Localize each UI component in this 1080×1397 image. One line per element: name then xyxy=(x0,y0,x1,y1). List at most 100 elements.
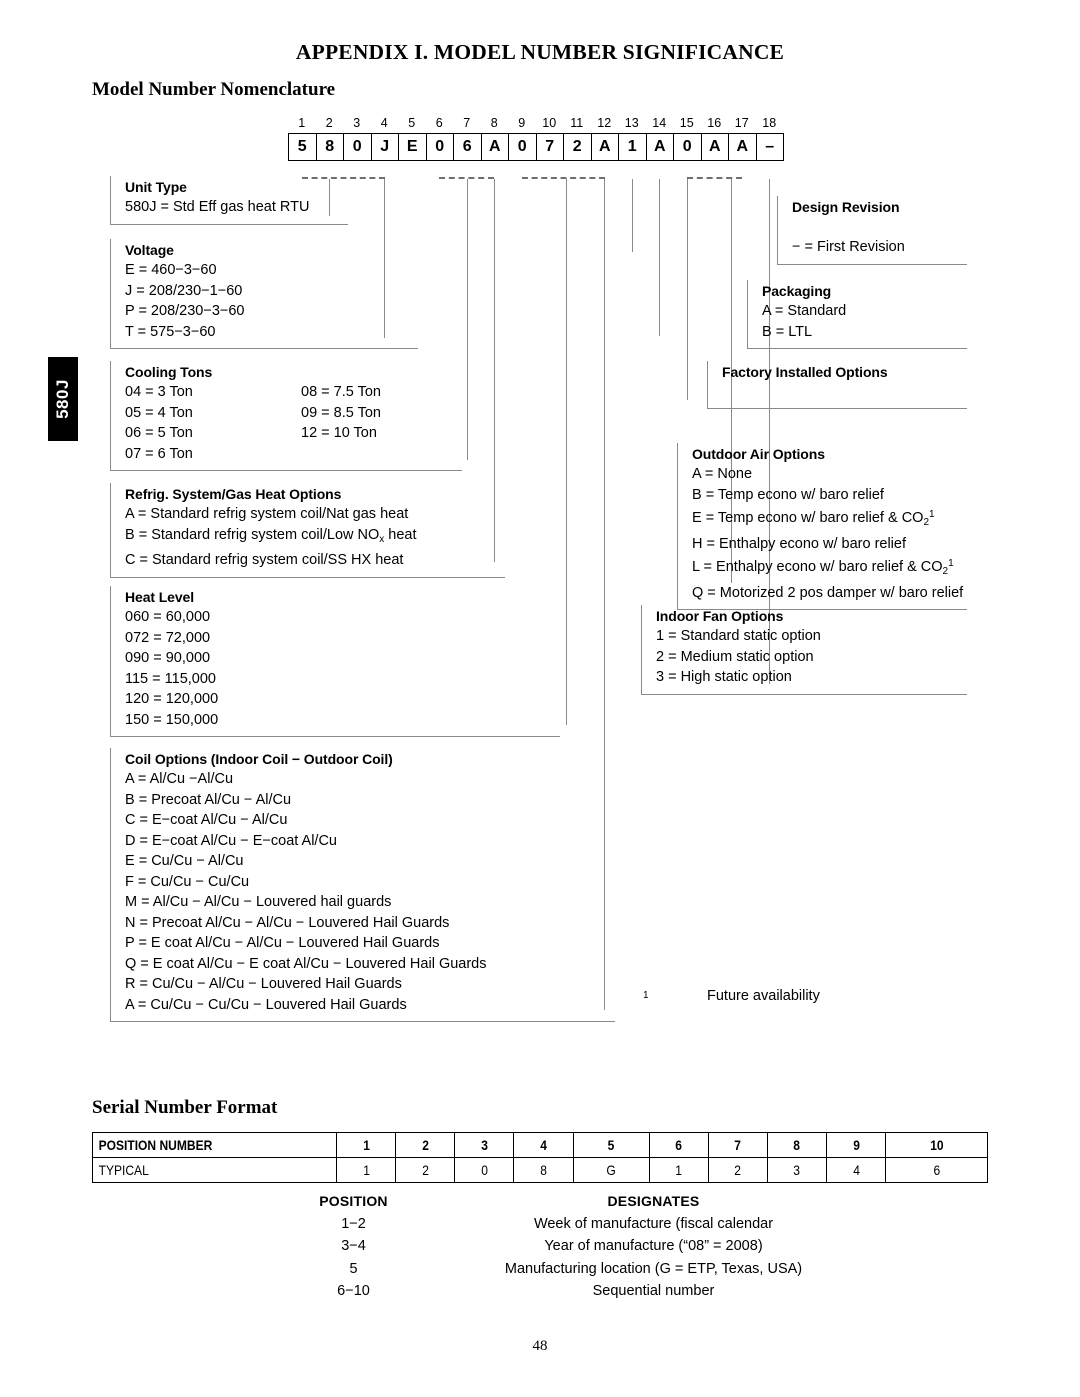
section-row: 090 = 90,000 xyxy=(125,650,211,666)
grid-cell-6: 0 xyxy=(427,134,454,160)
leader-line xyxy=(632,179,633,252)
section-voltage: Voltage E = 460−3−60 J = 208/230−1−60 P … xyxy=(110,239,418,349)
grid-position-13: 13 xyxy=(624,116,639,130)
table-row: 1−2 Week of manufacture (fiscal calendar xyxy=(250,1213,850,1236)
leader-line xyxy=(687,179,688,400)
section-row: R = Cu/Cu − Al/Cu − Louvered Hail Guards xyxy=(125,976,402,992)
section-row: 07 = 6 Ton xyxy=(125,445,193,462)
table-row: 5 Manufacturing location (G = ETP, Texas,… xyxy=(250,1258,850,1281)
table-row: POSITION DESIGNATES xyxy=(250,1190,850,1213)
position-range: 6−10 xyxy=(337,1283,370,1299)
grid-position-numbers: 1 2 3 4 5 6 7 8 9 10 11 12 13 14 15 16 17 18 xyxy=(288,113,784,133)
position-range: 5 xyxy=(349,1260,358,1277)
section-title: Outdoor Air Options xyxy=(692,446,825,462)
footnote-ref: 1 xyxy=(948,558,954,569)
footnote-text: Future availability xyxy=(707,988,820,1004)
section-title: Unit Type xyxy=(125,179,187,195)
section-outdoor-air-options: Outdoor Air Options A = None B = Temp ec… xyxy=(677,443,967,610)
section-row: 06 = 5 Ton xyxy=(125,425,193,441)
section-row: Q = E coat Al/Cu − E coat Al/Cu − Louver… xyxy=(125,955,487,972)
grid-cell-4: J xyxy=(372,134,399,160)
footnote: 1 Future availability xyxy=(643,988,820,1004)
section-row: B = Precoat Al/Cu − Al/Cu xyxy=(125,791,292,808)
section-row: 09 = 8.5 Ton xyxy=(301,404,381,421)
typical-value-cell: 6 xyxy=(892,1157,981,1183)
position-number-cell: 10 xyxy=(892,1132,981,1158)
section-row: E = Cu/Cu − Al/Cu xyxy=(125,853,244,869)
section-row: N = Precoat Al/Cu − Al/Cu − Louvered Hai… xyxy=(125,914,450,931)
grid-position-16: 16 xyxy=(707,116,722,130)
section-packaging: Packaging A = Standard B = LTL xyxy=(747,280,967,349)
section-row: 04 = 3 Ton xyxy=(125,384,193,400)
section-design-revision: Design Revision − = First Revision xyxy=(777,196,967,265)
position-number-cell: 3 xyxy=(458,1132,511,1158)
typical-value-cell: 0 xyxy=(458,1157,511,1183)
grid-cell-18: – xyxy=(757,134,784,160)
section-refrig-gas-heat-options: Refrig. System/Gas Heat Options A = Stan… xyxy=(110,483,505,578)
column-header-position: POSITION xyxy=(319,1193,388,1209)
designates-description: Manufacturing location (G = ETP, Texas, … xyxy=(504,1260,803,1277)
table-row: 3−4 Year of manufacture (“08” = 2008) xyxy=(250,1235,850,1258)
section-row: E = 460−3−60 xyxy=(125,262,217,278)
typical-value-cell: 1 xyxy=(652,1157,705,1183)
grid-cell-10: 7 xyxy=(537,134,564,160)
section-row-co2-l: L = Enthalpy econo w/ baro relief & CO21 xyxy=(692,554,967,583)
position-range: 1−2 xyxy=(341,1215,366,1232)
grid-cell-5: E xyxy=(399,134,427,160)
section-row: 115 = 115,000 xyxy=(125,670,216,687)
grid-position-9: 9 xyxy=(518,116,526,130)
grid-position-5: 5 xyxy=(408,116,416,130)
side-tab-580j: 580J xyxy=(48,357,78,441)
section-row: B = LTL xyxy=(762,323,813,340)
grid-position-3: 3 xyxy=(353,116,361,130)
side-tab-label: 580J xyxy=(53,379,72,419)
section-unit-type: Unit Type 580J = Std Eff gas heat RTU xyxy=(110,176,348,225)
typical-value-cell: 2 xyxy=(399,1157,452,1183)
grid-position-1: 1 xyxy=(298,116,306,130)
grid-position-6: 6 xyxy=(435,116,443,130)
serial-number-table: POSITION NUMBER 1 2 3 4 5 6 7 8 9 10 TYPICAL 1208… xyxy=(92,1132,988,1183)
section-coil-options: Coil Options (Indoor Coil − Outdoor Coil… xyxy=(110,748,615,1022)
grid-position-14: 14 xyxy=(652,116,667,130)
section-row: 150 = 150,000 xyxy=(125,711,219,728)
grid-character-cells: 5 8 0 J E 0 6 A 0 7 2 A 1 A 0 A A – xyxy=(288,133,784,161)
grid-cell-8: A xyxy=(482,134,509,160)
position-number-cell: 7 xyxy=(711,1132,764,1158)
leader-line xyxy=(467,179,468,460)
section-row: Q = Motorized 2 pos damper w/ baro relie… xyxy=(692,584,964,601)
section-row: T = 575−3−60 xyxy=(125,323,216,340)
grid-cell-17: A xyxy=(729,134,757,160)
section-row: A = None xyxy=(692,466,753,482)
designates-description: Week of manufacture (fiscal calendar xyxy=(533,1215,774,1232)
section-heading-nomenclature: Model Number Nomenclature xyxy=(92,79,336,100)
column-header-designates: DESIGNATES xyxy=(607,1193,700,1209)
grid-position-12: 12 xyxy=(597,116,612,130)
section-row-spacer xyxy=(722,382,967,402)
table-row: TYPICAL 1208G12346 xyxy=(92,1157,988,1183)
section-row: 072 = 72,000 xyxy=(125,629,211,646)
position-number-cell: 9 xyxy=(830,1132,882,1158)
section-factory-installed-options: Factory Installed Options xyxy=(707,361,967,409)
section-heading-serial-format: Serial Number Format xyxy=(92,1097,278,1118)
grid-cell-15: 0 xyxy=(674,134,702,160)
grid-cell-9: 0 xyxy=(509,134,537,160)
section-row: F = Cu/Cu − Cu/Cu xyxy=(125,873,250,890)
section-title: Refrig. System/Gas Heat Options xyxy=(125,486,342,502)
section-row-nox: B = Standard refrig system coil/Low NOx … xyxy=(125,525,505,551)
co2-l-prefix: L = Enthalpy econo w/ baro relief & CO xyxy=(692,559,943,575)
grid-position-11: 11 xyxy=(570,116,584,130)
typical-value-cell: 4 xyxy=(830,1157,882,1183)
section-row: 3 = High static option xyxy=(656,669,792,685)
section-title: Cooling Tons xyxy=(125,364,213,380)
page-title: APPENDIX I. MODEL NUMBER SIGNIFICANCE xyxy=(295,40,785,64)
section-row: D = E−coat Al/Cu − E−coat Al/Cu xyxy=(125,832,337,849)
position-number-cell: 1 xyxy=(340,1132,392,1158)
grid-position-8: 8 xyxy=(490,116,498,130)
designates-description: Year of manufacture (“08” = 2008) xyxy=(544,1238,763,1254)
section-row: 2 = Medium static option xyxy=(656,648,814,665)
section-heat-level: Heat Level 060 = 60,000 072 = 72,000 090… xyxy=(110,586,560,737)
grid-cell-13: 1 xyxy=(619,134,647,160)
grid-position-18: 18 xyxy=(762,116,777,130)
leader-line xyxy=(659,179,660,336)
section-row: C = E−coat Al/Cu − Al/Cu xyxy=(125,812,288,828)
